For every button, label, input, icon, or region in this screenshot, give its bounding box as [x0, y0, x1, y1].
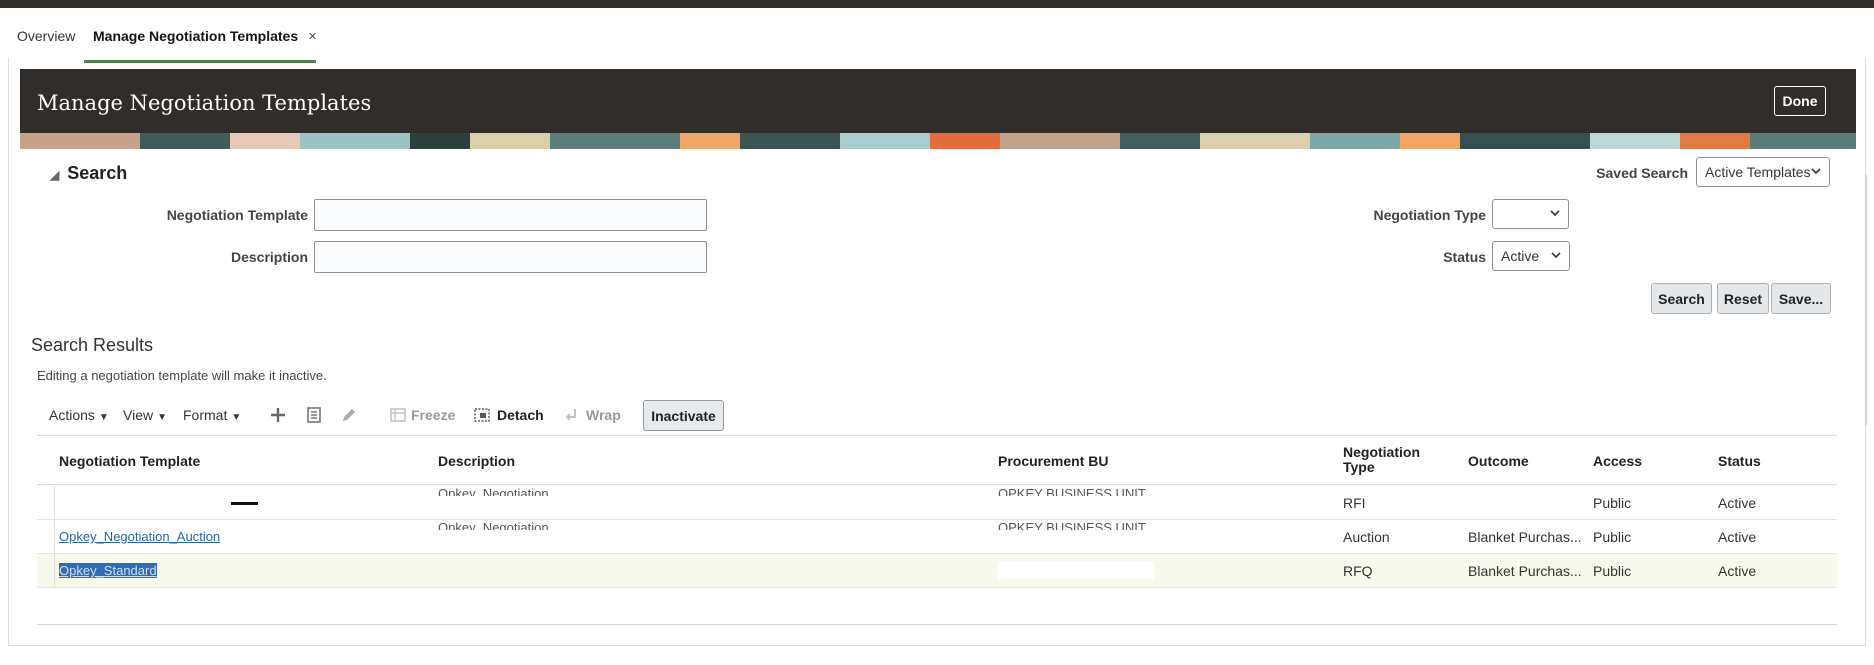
column-header-description[interactable]: Description: [438, 453, 515, 469]
table-row[interactable]: Opkey_Negotiation OPKEY BUSINESS UNIT RF…: [37, 486, 1837, 520]
chevron-down-icon: [1550, 210, 1560, 217]
side-panel-edge: [1866, 175, 1874, 425]
column-header-negotiation-template[interactable]: Negotiation Template: [59, 453, 200, 469]
top-bar: [0, 0, 1874, 8]
outcome-cell: Blanket Purchas...: [1468, 563, 1582, 579]
procurement-bu-cell: OPKEY BUSINESS UNIT: [998, 486, 1146, 496]
search-heading: Search: [67, 163, 128, 183]
status-cell: Active: [1718, 495, 1757, 511]
negotiation-type-select[interactable]: [1492, 199, 1569, 229]
procurement-bu-cell: [998, 562, 1154, 579]
status-value: Active: [1501, 248, 1540, 264]
row-header[interactable]: [37, 520, 55, 554]
add-icon[interactable]: [269, 406, 287, 424]
access-cell: Public: [1593, 495, 1632, 511]
actions-menu[interactable]: Actions ▼: [49, 407, 109, 423]
view-label: View: [123, 407, 154, 423]
procurement-bu-cell: OPKEY BUSINESS UNIT: [998, 520, 1146, 530]
wrap-button[interactable]: Wrap: [586, 407, 621, 423]
reset-button[interactable]: Reset: [1717, 283, 1769, 314]
column-header-procurement-bu[interactable]: Procurement BU: [998, 453, 1108, 469]
negotiation-type-cell: Auction: [1343, 529, 1390, 545]
negotiation-template-input[interactable]: [314, 199, 707, 231]
results-toolbar: Actions ▼ View ▼ Format ▼ Freeze Detach Wra…: [37, 398, 837, 432]
page-header: Manage Negotiation Templates Done: [20, 69, 1856, 149]
status-cell: Active: [1718, 563, 1757, 579]
page-title: Manage Negotiation Templates: [37, 91, 372, 115]
template-link[interactable]: Opkey_Standard: [59, 563, 157, 578]
chevron-down-icon: [1551, 252, 1561, 259]
negotiation-template-label: Negotiation Template: [166, 207, 308, 223]
tab-label: Manage Negotiation Templates: [93, 28, 299, 44]
freeze-button[interactable]: Freeze: [411, 407, 455, 423]
table-row[interactable]: Opkey_Negotiation_Auction Opkey_Negotiat…: [37, 520, 1837, 554]
results-info-text: Editing a negotiation template will make…: [37, 368, 327, 383]
status-select[interactable]: Active: [1492, 241, 1570, 271]
tab-manage-negotiation-templates[interactable]: Manage Negotiation Templates ×: [93, 28, 317, 45]
description-cell: Opkey_Negotiation: [438, 486, 549, 496]
search-section-header[interactable]: ◢ Search: [50, 163, 127, 184]
negotiation-type-cell: RFQ: [1343, 563, 1373, 579]
saved-search-select[interactable]: Active Templates: [1696, 157, 1830, 187]
template-link[interactable]: Opkey_Negotiation_Auction: [59, 529, 220, 544]
caret-down-icon: ▼: [157, 412, 167, 423]
search-results-title: Search Results: [31, 335, 154, 355]
description-input[interactable]: [314, 241, 707, 273]
table-header: Negotiation Template Description Procure…: [37, 435, 1837, 485]
chevron-down-icon: [1811, 168, 1821, 175]
row-header[interactable]: [37, 486, 55, 520]
column-header-access[interactable]: Access: [1593, 453, 1642, 469]
column-header-status[interactable]: Status: [1718, 453, 1761, 469]
description-label: Description: [230, 249, 308, 265]
detach-button[interactable]: Detach: [497, 407, 544, 423]
tab-bar: Overview Manage Negotiation Templates ×: [0, 8, 1874, 63]
column-header-negotiation-type[interactable]: Negotiation Type: [1343, 445, 1443, 475]
access-cell: Public: [1593, 563, 1632, 579]
saved-search-value: Active Templates: [1705, 164, 1811, 180]
status-cell: Active: [1718, 529, 1757, 545]
row-header[interactable]: [37, 554, 55, 588]
collapse-triangle-icon[interactable]: ◢: [50, 168, 59, 182]
done-button[interactable]: Done: [1774, 86, 1826, 116]
negotiation-type-cell: RFI: [1343, 495, 1366, 511]
table-row-selected[interactable]: Opkey_Standard RFQ Blanket Purchas... Pu…: [37, 554, 1837, 588]
column-header-outcome[interactable]: Outcome: [1468, 453, 1529, 469]
format-label: Format: [183, 407, 228, 423]
tab-overview[interactable]: Overview: [17, 28, 75, 44]
description-cell: Opkey_Negotiation: [438, 520, 549, 530]
view-menu[interactable]: View ▼: [123, 407, 167, 423]
status-label: Status: [1443, 249, 1486, 265]
freeze-icon: [390, 408, 406, 422]
search-button[interactable]: Search: [1651, 283, 1712, 314]
outcome-cell: Blanket Purchas...: [1468, 529, 1582, 545]
close-icon[interactable]: ×: [308, 28, 317, 45]
caret-down-icon: ▼: [98, 412, 109, 423]
actions-label: Actions: [49, 407, 95, 423]
detach-icon: [474, 408, 490, 422]
inactivate-button[interactable]: Inactivate: [643, 400, 724, 431]
caret-down-icon: ▼: [231, 412, 242, 423]
redaction-mark: [231, 502, 258, 505]
details-icon[interactable]: [305, 406, 323, 424]
edit-pencil-icon[interactable]: [340, 406, 358, 424]
wrap-icon: [565, 409, 576, 421]
table-footer-divider: [37, 624, 1837, 625]
save-search-button[interactable]: Save...: [1771, 283, 1831, 314]
saved-search-label: Saved Search: [1596, 165, 1688, 181]
decorative-banner: [20, 133, 1856, 149]
format-menu[interactable]: Format ▼: [183, 407, 241, 423]
access-cell: Public: [1593, 529, 1632, 545]
negotiation-type-label: Negotiation Type: [1373, 207, 1486, 223]
